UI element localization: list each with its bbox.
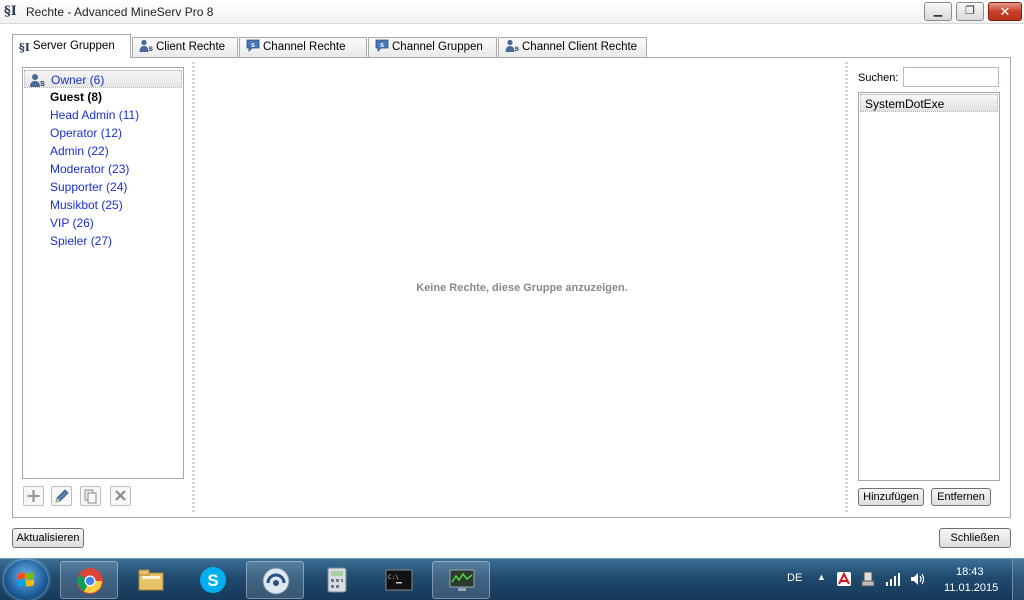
- taskbar: S C:\ DE ▲ 18:43 11.01.2015: [0, 558, 1024, 600]
- command-prompt-icon: C:\: [385, 569, 413, 591]
- minimize-button[interactable]: ▁: [924, 2, 952, 21]
- group-item-guest[interactable]: Guest (8): [24, 88, 182, 106]
- svg-text:s: s: [515, 44, 520, 52]
- member-item[interactable]: SystemDotExe: [860, 94, 998, 112]
- taskbar-cmd[interactable]: C:\: [370, 561, 428, 599]
- group-item-head-admin[interactable]: Head Admin (11): [24, 106, 182, 124]
- user-icon: s: [139, 39, 153, 52]
- add-icon: [27, 490, 40, 502]
- svg-text:S: S: [207, 571, 218, 590]
- taskbar-teamspeak[interactable]: [246, 561, 304, 599]
- chrome-icon: [77, 568, 103, 594]
- user-group-icon: s: [30, 74, 45, 87]
- empty-permissions-message: Keine Rechte, diese Gruppe anzuzeigen.: [416, 282, 628, 294]
- tab-server-gruppen[interactable]: §I Server Gruppen: [12, 34, 131, 58]
- group-item-owner[interactable]: s Owner (6): [24, 70, 182, 88]
- tab-channel-gruppen[interactable]: s Channel Gruppen: [368, 37, 497, 57]
- taskbar-server-app[interactable]: [432, 561, 490, 599]
- app-icon: §I: [4, 4, 17, 19]
- group-label: Moderator (23): [50, 162, 130, 176]
- server-group-icon: §I: [19, 41, 30, 54]
- group-label: Spieler (27): [50, 234, 113, 248]
- svg-text:C:\: C:\: [388, 574, 399, 581]
- title-bar: §I Rechte - Advanced MineServ Pro 8 ▁ ❐ …: [0, 0, 1024, 24]
- search-label: Suchen:: [858, 72, 899, 84]
- add-member-button[interactable]: Hinzufügen: [858, 488, 924, 506]
- calculator-icon: [327, 567, 347, 593]
- tab-channel-client-rechte[interactable]: s Channel Client Rechte: [498, 37, 647, 57]
- svg-text:s: s: [380, 42, 384, 49]
- group-item-spieler[interactable]: Spieler (27): [24, 232, 182, 250]
- group-item-moderator[interactable]: Moderator (23): [24, 160, 182, 178]
- taskbar-calculator[interactable]: [308, 561, 366, 599]
- group-item-musikbot[interactable]: Musikbot (25): [24, 196, 182, 214]
- network-signal-icon[interactable]: [885, 571, 901, 587]
- taskbar-skype[interactable]: S: [184, 561, 242, 599]
- user-icon: s: [505, 39, 519, 52]
- show-desktop-button[interactable]: [1012, 559, 1024, 600]
- volume-icon[interactable]: [909, 571, 927, 587]
- group-label: Supporter (24): [50, 180, 128, 194]
- tab-label: Client Rechte: [156, 41, 226, 53]
- svg-text:s: s: [149, 44, 154, 52]
- usb-device-icon[interactable]: [860, 571, 876, 587]
- add-group-button[interactable]: [23, 486, 44, 506]
- group-label: Owner (6): [51, 73, 105, 87]
- teamspeak-icon: [262, 567, 290, 595]
- group-item-admin[interactable]: Admin (22): [24, 142, 182, 160]
- windows-logo-icon: [18, 572, 34, 587]
- svg-text:s: s: [40, 78, 45, 87]
- tab-client-rechte[interactable]: s Client Rechte: [132, 37, 238, 57]
- close-button[interactable]: Schließen: [939, 528, 1011, 548]
- taskbar-explorer[interactable]: [122, 561, 180, 599]
- show-hidden-icons-button[interactable]: ▲: [817, 572, 826, 582]
- remove-member-button[interactable]: Entfernen: [931, 488, 991, 506]
- group-label: Musikbot (25): [50, 198, 123, 212]
- tab-label: Server Gruppen: [32, 40, 115, 52]
- tab-channel-rechte[interactable]: s Channel Rechte: [239, 37, 367, 57]
- edit-group-button[interactable]: [51, 486, 72, 506]
- group-item-supporter[interactable]: Supporter (24): [24, 178, 182, 196]
- channel-icon: s: [246, 39, 260, 52]
- tab-label: Channel Client Rechte: [522, 41, 638, 53]
- group-item-operator[interactable]: Operator (12): [24, 124, 182, 142]
- group-label: Guest (8): [50, 90, 103, 104]
- copy-group-button[interactable]: [80, 486, 101, 506]
- edit-icon: [55, 489, 69, 503]
- antivirus-icon[interactable]: [836, 571, 852, 587]
- close-window-button[interactable]: ✕: [988, 2, 1022, 21]
- tab-label: Channel Gruppen: [392, 41, 483, 53]
- clock-date[interactable]: 11.01.2015: [944, 582, 998, 594]
- search-input[interactable]: [903, 67, 999, 87]
- group-label: VIP (26): [50, 216, 94, 230]
- group-item-vip[interactable]: VIP (26): [24, 214, 182, 232]
- splitter-left[interactable]: [192, 62, 195, 514]
- start-button[interactable]: [4, 560, 48, 600]
- refresh-button[interactable]: Aktualisieren: [12, 528, 84, 548]
- delete-icon: [115, 490, 126, 501]
- window-title: Rechte - Advanced MineServ Pro 8: [26, 5, 214, 19]
- group-label: Admin (22): [50, 144, 109, 158]
- tab-label: Channel Rechte: [263, 41, 346, 53]
- language-indicator[interactable]: DE: [787, 572, 802, 584]
- channel-icon: s: [375, 39, 389, 52]
- skype-icon: S: [200, 567, 226, 593]
- member-list[interactable]: SystemDotExe: [858, 92, 1000, 481]
- group-label: Head Admin (11): [50, 108, 140, 122]
- svg-text:s: s: [251, 42, 255, 49]
- delete-group-button[interactable]: [110, 486, 131, 506]
- taskbar-chrome[interactable]: [60, 561, 118, 599]
- group-list[interactable]: s Owner (6) Guest (8) Head Admin (11) Op…: [22, 67, 184, 479]
- group-label: Operator (12): [50, 126, 123, 140]
- clock-time[interactable]: 18:43: [956, 566, 984, 578]
- server-app-icon: [449, 569, 475, 591]
- file-explorer-icon: [138, 569, 164, 591]
- copy-icon: [84, 489, 97, 504]
- maximize-button[interactable]: ❐: [956, 2, 984, 21]
